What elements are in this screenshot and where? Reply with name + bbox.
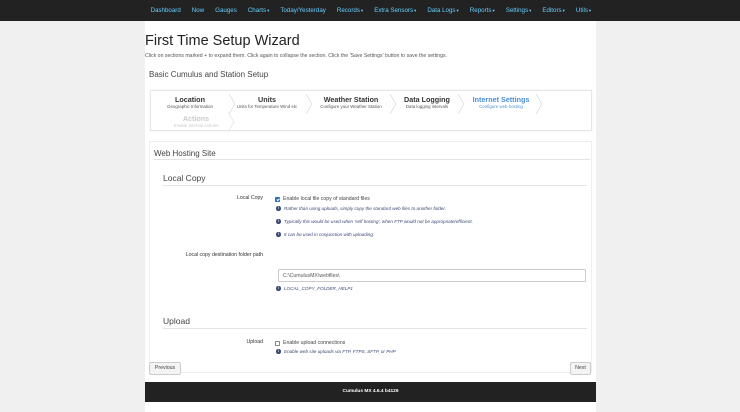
info-icon: i <box>276 219 281 224</box>
step-subtitle: Enable Interval Actions <box>173 123 219 128</box>
step-subtitle: Data logging intervals <box>405 104 449 109</box>
local-copy-path-input[interactable] <box>278 269 586 282</box>
step-separator-icon <box>457 94 465 114</box>
wizard-step-weather-station[interactable]: Weather Station Configure your Weather S… <box>313 95 389 115</box>
nav-item-editors[interactable]: Editors <box>537 0 571 21</box>
info-icon: i <box>276 349 281 354</box>
page-container: First Time Setup Wizard Click on section… <box>145 21 596 412</box>
upload-checkbox-label[interactable]: Enable upload connections <box>283 340 345 346</box>
nav-item-extra-sensors[interactable]: Extra Sensors <box>369 0 422 21</box>
local-copy-legend: Local Copy <box>163 173 206 183</box>
step-name: Data Logging <box>404 95 450 104</box>
step-subtitle: Units for Temperature Wind etc <box>236 104 298 109</box>
footer: Cumulus MX 4.6.4 b4126 <box>145 382 596 402</box>
nav-item-dashboard[interactable]: Dashboard <box>145 0 186 21</box>
divider <box>154 159 590 160</box>
help-text: Enable web site uploads via FTP, FTPS, S… <box>284 349 396 354</box>
upload-label: Upload <box>246 339 263 345</box>
info-icon: i <box>276 286 281 291</box>
nav-menu: DashboardNowGaugesChartsToday/YesterdayR… <box>145 0 597 21</box>
previous-button[interactable]: Previous <box>149 362 181 375</box>
page-intro: Click on sections marked + to expand the… <box>145 53 448 59</box>
nav-item-today-yesterday[interactable]: Today/Yesterday <box>275 0 332 21</box>
step-name: Units <box>258 95 276 104</box>
step-name: Location <box>175 95 205 104</box>
step-name: Actions <box>182 114 210 123</box>
wizard-step-units[interactable]: Units Units for Temperature Wind etc <box>231 95 303 115</box>
local-copy-checkbox[interactable] <box>275 197 280 202</box>
step-subtitle: Configure your Weather Station <box>320 104 382 109</box>
nav-item-gauges[interactable]: Gauges <box>210 0 243 21</box>
step-subtitle: Configure web hosting <box>479 104 523 109</box>
step-separator-icon <box>305 94 313 114</box>
upload-checkbox[interactable] <box>275 341 280 346</box>
nav-item-charts[interactable]: Charts <box>242 0 275 21</box>
step-separator-icon <box>227 112 235 132</box>
section-title: Basic Cumulus and Station Setup <box>149 70 269 79</box>
nav-item-now[interactable]: Now <box>186 0 209 21</box>
nav-item-data-logs[interactable]: Data Logs <box>422 0 464 21</box>
top-navbar: DashboardNowGaugesChartsToday/YesterdayR… <box>0 0 740 21</box>
local-copy-checkbox-label[interactable]: Enable local file copy of standard files <box>283 196 370 202</box>
step-name: Internet Settings <box>472 95 530 104</box>
step-separator-icon <box>535 94 543 114</box>
nav-item-settings[interactable]: Settings <box>500 0 537 21</box>
wizard-steps: Location Geographic Information Units Un… <box>150 90 592 134</box>
step-separator-icon <box>228 94 236 114</box>
local-copy-label: Local Copy <box>237 195 263 201</box>
info-icon: i <box>276 232 281 237</box>
upload-legend: Upload <box>163 316 190 326</box>
wizard-step-location[interactable]: Location Geographic Information <box>153 95 227 115</box>
info-icon: i <box>276 206 281 211</box>
divider <box>163 185 587 186</box>
help-text: Typically this would be used when 'self … <box>284 219 473 224</box>
wizard-step-data-logging[interactable]: Data Logging Data logging intervals <box>395 95 459 115</box>
step-separator-icon <box>389 94 397 114</box>
wizard-step-internet-settings[interactable]: Internet Settings Configure web hosting <box>465 95 537 115</box>
step-name: Weather Station <box>323 95 379 104</box>
divider <box>163 328 587 329</box>
help-text: It can be used in conjunction with uploa… <box>284 232 375 237</box>
panel-heading: Web Hosting Site <box>154 149 216 158</box>
help-text: LOCAL_COPY_FOLDER_HELP1 <box>284 286 353 291</box>
nav-item-records[interactable]: Records <box>331 0 368 21</box>
page-title: First Time Setup Wizard <box>145 33 300 49</box>
step-subtitle: Geographic Information <box>167 104 213 109</box>
web-hosting-panel: Web Hosting Site Local Copy Local Copy E… <box>149 141 592 373</box>
path-label: Local copy destination folder path <box>185 252 263 258</box>
version-text: Cumulus MX 4.6.4 b4126 <box>342 389 399 394</box>
next-button[interactable]: Next <box>570 362 591 375</box>
nav-item-utils[interactable]: Utils <box>570 0 596 21</box>
wizard-step-actions[interactable]: Actions Enable Interval Actions <box>161 114 231 134</box>
nav-item-reports[interactable]: Reports <box>464 0 500 21</box>
help-text: Rather than using uploads, simply copy t… <box>284 206 446 211</box>
